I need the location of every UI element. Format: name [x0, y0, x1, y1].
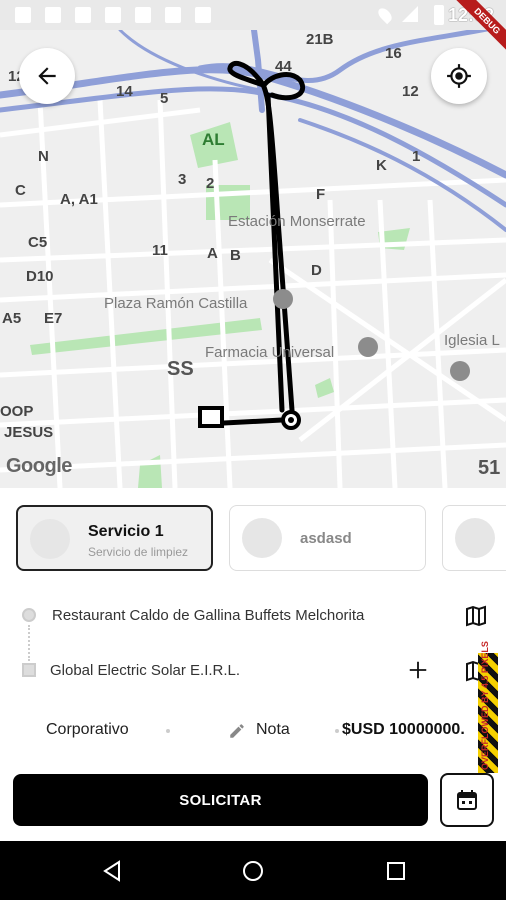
service-card[interactable]: asdasd: [229, 505, 426, 571]
edit-icon: [230, 724, 244, 738]
service-thumbnail: [30, 519, 70, 559]
map-label: 14: [116, 83, 133, 100]
separator-dot: [335, 729, 339, 733]
arrow-back-icon: [38, 67, 56, 85]
map-label: N: [38, 148, 49, 165]
overflow-warning: OVERFLOWED BY 4.5 PIXELS: [480, 641, 490, 770]
notification-icon: [135, 7, 151, 23]
map-label: F: [316, 186, 326, 203]
note-button[interactable]: Nota: [256, 721, 290, 739]
map-label: 5: [160, 90, 169, 107]
poi-label: Iglesia L: [444, 332, 500, 349]
status-bar: 12:02 DEBUG: [0, 0, 506, 55]
price-label: $USD 10000000.: [342, 721, 465, 738]
recents-nav-icon[interactable]: [384, 859, 408, 883]
service-thumbnail: [455, 518, 495, 558]
map-label: D10: [26, 268, 54, 285]
notification-icon: [15, 7, 31, 23]
schedule-button[interactable]: [440, 773, 494, 827]
map-label: 44: [275, 58, 292, 75]
map-label: A5: [2, 310, 22, 327]
map-label: 1: [412, 148, 421, 165]
map-label: 2: [206, 175, 215, 192]
calendar-icon: [457, 790, 477, 810]
notification-icon: [165, 7, 181, 23]
map-label: C5: [28, 234, 48, 251]
map-label: AL: [202, 130, 225, 149]
map-label: 11: [152, 242, 168, 259]
map-label: E7: [44, 310, 63, 327]
battery-icon: [434, 5, 444, 25]
map-label: 12: [402, 83, 419, 100]
back-nav-icon[interactable]: [100, 859, 124, 883]
service-card[interactable]: Servicio 1 Servicio de limpiez: [16, 505, 213, 571]
location-icon: [375, 5, 395, 25]
map-label: K: [376, 157, 387, 174]
service-title: asdasd: [300, 530, 352, 547]
map-label: 51: [478, 457, 501, 479]
destination-address[interactable]: Global Electric Solar E.I.R.L.: [50, 662, 240, 679]
separator-dot: [166, 729, 170, 733]
map-label: OOP: [0, 403, 34, 420]
service-title: Servicio 1: [88, 523, 164, 540]
payment-method[interactable]: Corporativo: [46, 721, 129, 739]
poi-label: Farmacia Universal: [205, 344, 335, 361]
map-label: 16: [385, 45, 402, 62]
signal-icon: [402, 6, 418, 22]
home-nav-icon[interactable]: [241, 859, 265, 883]
map-label: A: [207, 245, 218, 262]
map-label: JESUS: [4, 424, 54, 441]
origin-dot-icon: [22, 608, 36, 622]
origin-address[interactable]: Restaurant Caldo de Gallina Buffets Melc…: [52, 607, 364, 624]
service-subtitle: Servicio de limpiez: [88, 545, 189, 559]
navigation-bar: [0, 841, 506, 900]
map-label: B: [230, 247, 241, 264]
map-label: 3: [178, 171, 187, 188]
service-thumbnail: [242, 518, 282, 558]
route-connector: [28, 625, 32, 661]
poi-label: Estación Monserrate: [228, 213, 366, 230]
gps-fixed-icon: [447, 64, 471, 88]
service-carousel[interactable]: Servicio 1 Servicio de limpiez asdasd: [0, 488, 506, 588]
map-label: SS: [167, 358, 194, 380]
back-button[interactable]: [19, 48, 75, 104]
map-label: A, A1: [60, 191, 98, 208]
options-row: Corporativo Nota $USD 10000000.: [0, 710, 506, 752]
notification-icon: [75, 7, 91, 23]
map-icon[interactable]: [464, 604, 488, 628]
destination-square-icon: [22, 663, 36, 677]
service-card[interactable]: [442, 505, 506, 571]
notification-icon: [45, 7, 61, 23]
notification-icon: [105, 7, 121, 23]
map-label: D: [311, 262, 322, 279]
notification-icon: [195, 7, 211, 23]
map-label: C: [15, 182, 26, 199]
map-label: 21B: [306, 31, 334, 48]
poi-label: Plaza Ramón Castilla: [104, 295, 248, 312]
add-stop-icon[interactable]: [407, 659, 429, 681]
my-location-button[interactable]: [431, 48, 487, 104]
google-logo: Google: [6, 455, 72, 477]
request-button[interactable]: SOLICITAR: [13, 774, 428, 826]
route-section: Restaurant Caldo de Gallina Buffets Melc…: [0, 595, 506, 695]
